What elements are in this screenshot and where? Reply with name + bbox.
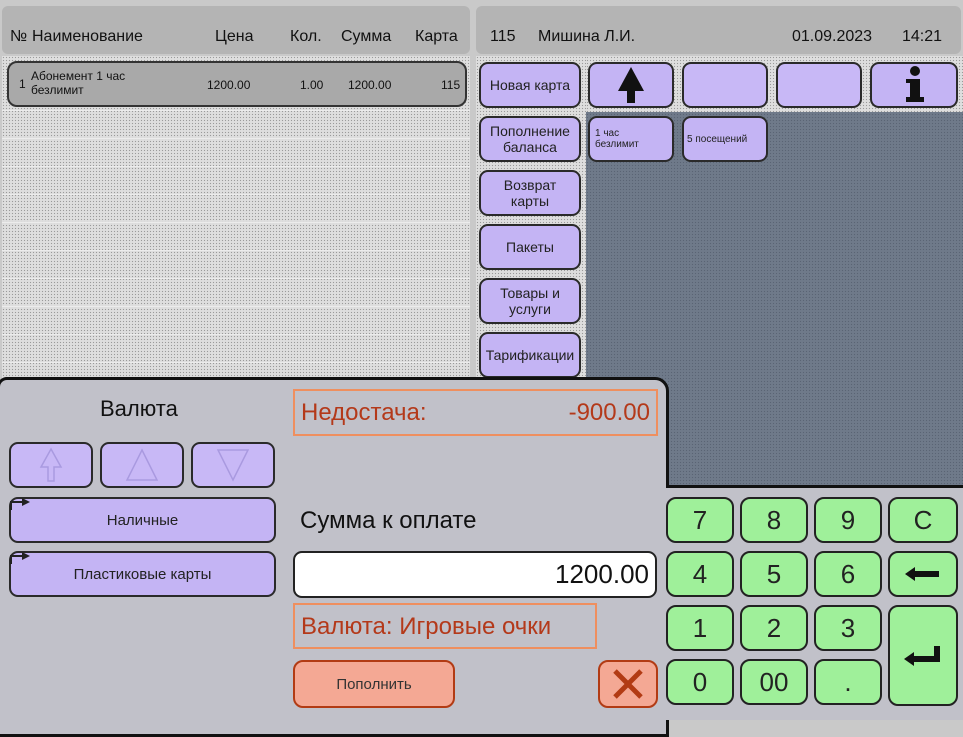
shortage-label: Недостача: bbox=[301, 399, 427, 426]
status-cashier: Мишина Л.И. bbox=[538, 28, 636, 45]
product-5-visits[interactable]: 5 посещений bbox=[682, 116, 768, 162]
currency-up-button[interactable] bbox=[100, 442, 184, 488]
key-3[interactable]: 3 bbox=[814, 605, 882, 651]
category-card-return[interactable]: Возврат карты bbox=[479, 170, 581, 216]
key-0[interactable]: 0 bbox=[666, 659, 734, 705]
cancel-button[interactable] bbox=[598, 660, 658, 708]
key-00[interactable]: 00 bbox=[740, 659, 808, 705]
close-icon bbox=[613, 669, 643, 699]
status-date: 01.09.2023 bbox=[792, 28, 873, 45]
category-packages[interactable]: Пакеты bbox=[479, 224, 581, 270]
status-card: 115 bbox=[490, 28, 516, 45]
col-no: № bbox=[10, 28, 28, 45]
currency-title: Валюта bbox=[100, 396, 178, 421]
selected-marker-icon bbox=[10, 552, 30, 564]
tree-up-icon bbox=[618, 67, 644, 103]
col-name: Наименование bbox=[32, 28, 143, 45]
row-card: 115 bbox=[441, 78, 461, 92]
key-9[interactable]: 9 bbox=[814, 497, 882, 543]
row-name-line2: безлимит bbox=[31, 83, 84, 97]
key-1[interactable]: 1 bbox=[666, 605, 734, 651]
arrow-up-icon bbox=[125, 448, 159, 481]
key-clear[interactable]: C bbox=[888, 497, 958, 543]
currency-down-button[interactable] bbox=[191, 442, 275, 488]
col-qty: Кол. bbox=[290, 28, 322, 45]
row-no: 1 bbox=[19, 77, 26, 91]
info-button[interactable] bbox=[870, 62, 958, 108]
row-price: 1200.00 bbox=[207, 78, 251, 92]
topup-button[interactable]: Пополнить bbox=[293, 660, 455, 708]
scroll-top-icon bbox=[39, 447, 63, 482]
backspace-arrow-icon bbox=[905, 567, 939, 581]
key-8[interactable]: 8 bbox=[740, 497, 808, 543]
payment-method-cash[interactable]: Наличные bbox=[9, 497, 276, 543]
key-7[interactable]: 7 bbox=[666, 497, 734, 543]
currency-top-button[interactable] bbox=[9, 442, 93, 488]
table-row[interactable]: 1 Абонемент 1 час безлимит 1200.00 1.00 … bbox=[7, 61, 467, 107]
category-new-card[interactable]: Новая карта bbox=[479, 62, 581, 108]
col-card: Карта bbox=[415, 28, 458, 45]
category-balance-topup[interactable]: Пополнение баланса bbox=[479, 116, 581, 162]
status-bar: 115 Мишина Л.И. 01.09.2023 14:21 bbox=[476, 6, 961, 54]
key-dot[interactable]: . bbox=[814, 659, 882, 705]
col-sum: Сумма bbox=[341, 28, 392, 45]
panel-corner-line bbox=[666, 485, 963, 488]
key-5[interactable]: 5 bbox=[740, 551, 808, 597]
shortage-value: -900.00 bbox=[568, 399, 650, 426]
currency-info: Валюта: Игровые очки bbox=[301, 613, 552, 640]
currency-info-box: Валюта: Игровые очки bbox=[293, 603, 597, 649]
nav-blank-button-1[interactable] bbox=[682, 62, 768, 108]
key-4[interactable]: 4 bbox=[666, 551, 734, 597]
category-tariffs[interactable]: Тарификации bbox=[479, 332, 581, 378]
row-name-line1: Абонемент 1 час bbox=[31, 69, 126, 83]
enter-arrow-icon bbox=[904, 645, 940, 666]
amount-label: Сумма к оплате bbox=[300, 507, 477, 534]
key-enter[interactable] bbox=[888, 605, 958, 706]
order-table-header: № Наименование Цена Кол. Сумма Карта bbox=[2, 6, 470, 54]
category-goods-services[interactable]: Товары и услуги bbox=[479, 278, 581, 324]
nav-up-button[interactable] bbox=[588, 62, 674, 108]
key-6[interactable]: 6 bbox=[814, 551, 882, 597]
payment-method-cards[interactable]: Пластиковые карты bbox=[9, 551, 276, 597]
amount-input[interactable]: 1200.00 bbox=[293, 551, 657, 598]
shortage-box: Недостача: -900.00 bbox=[293, 389, 658, 436]
key-2[interactable]: 2 bbox=[740, 605, 808, 651]
nav-blank-button-2[interactable] bbox=[776, 62, 862, 108]
arrow-down-icon bbox=[216, 449, 250, 482]
status-time: 14:21 bbox=[902, 28, 943, 45]
selected-marker-icon bbox=[10, 498, 30, 510]
product-1-hour-unlimited[interactable]: 1 час безлимит bbox=[588, 116, 674, 162]
info-icon bbox=[906, 66, 924, 102]
col-price: Цена bbox=[215, 28, 254, 45]
row-sum: 1200.00 bbox=[348, 78, 392, 92]
order-list[interactable]: 1 Абонемент 1 час безлимит 1200.00 1.00 … bbox=[2, 56, 470, 386]
row-qty: 1.00 bbox=[300, 78, 324, 92]
key-backspace[interactable] bbox=[888, 551, 958, 597]
